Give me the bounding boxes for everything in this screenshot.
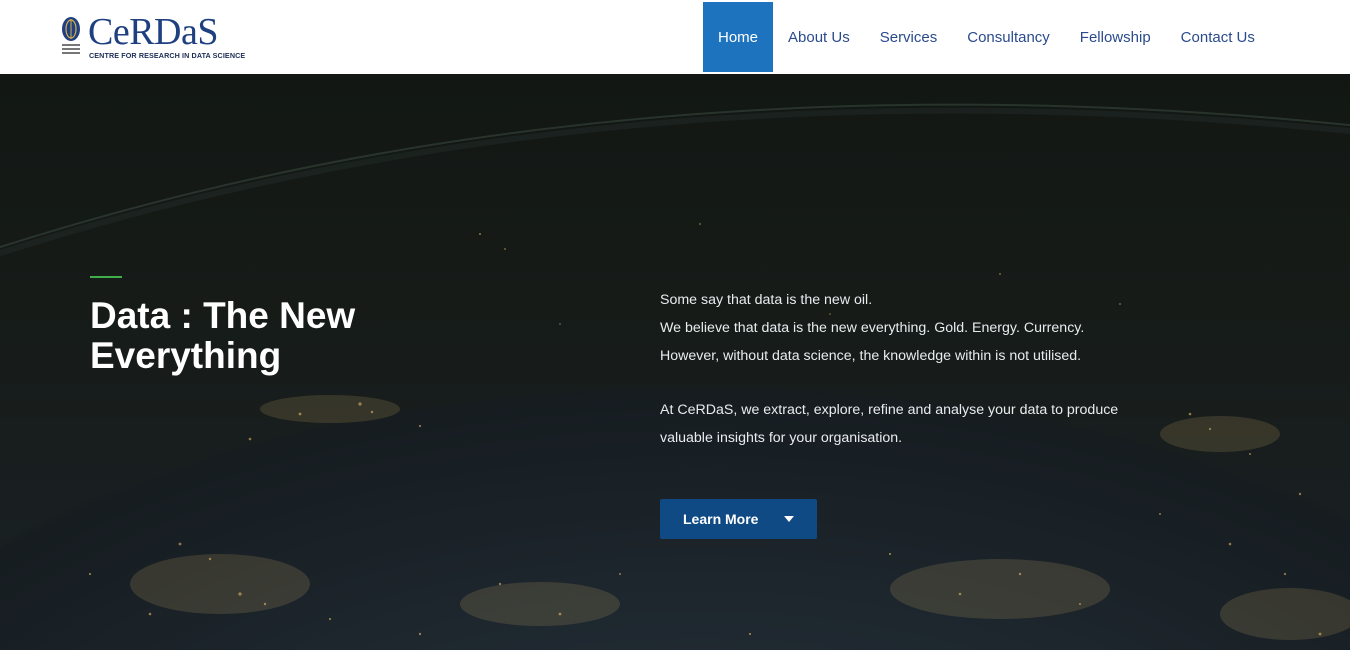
nav-contact-us[interactable]: Contact Us	[1166, 2, 1270, 72]
learn-more-button[interactable]: Learn More	[660, 499, 817, 539]
site-header: CeRDaS CENTRE FOR RESEARCH IN DATA SCIEN…	[0, 0, 1350, 74]
learn-more-label: Learn More	[683, 511, 759, 527]
nav-about-us[interactable]: About Us	[773, 2, 865, 72]
nav-fellowship[interactable]: Fellowship	[1065, 2, 1166, 72]
caret-down-icon	[784, 516, 794, 522]
hero-line: Some say that data is the new oil.	[660, 292, 873, 308]
hero-line: We believe that data is the new everythi…	[660, 320, 1085, 336]
logo-wordmark: CeRDaS	[88, 11, 219, 53]
main-nav: Home About Us Services Consultancy Fello…	[703, 2, 1270, 72]
nav-consultancy[interactable]: Consultancy	[952, 2, 1065, 72]
nav-home[interactable]: Home	[703, 2, 774, 72]
hero-section: Data : The New Everything Some say that …	[0, 74, 1350, 650]
hero-title: Data : The New Everything	[90, 295, 356, 376]
hero-line: However, without data science, the knowl…	[660, 348, 1082, 364]
hero-line: valuable insights for your organisation.	[660, 430, 903, 446]
nav-services[interactable]: Services	[865, 2, 953, 72]
hero-description: Some say that data is the new oil. We be…	[660, 286, 1180, 452]
title-accent-line	[90, 276, 122, 278]
utp-emblem-icon	[62, 17, 80, 54]
cerdas-logo[interactable]: CeRDaS CENTRE FOR RESEARCH IN DATA SCIEN…	[60, 12, 250, 62]
logo-tagline: CENTRE FOR RESEARCH IN DATA SCIENCE	[89, 51, 246, 60]
hero-line: At CeRDaS, we extract, explore, refine a…	[660, 402, 1119, 418]
